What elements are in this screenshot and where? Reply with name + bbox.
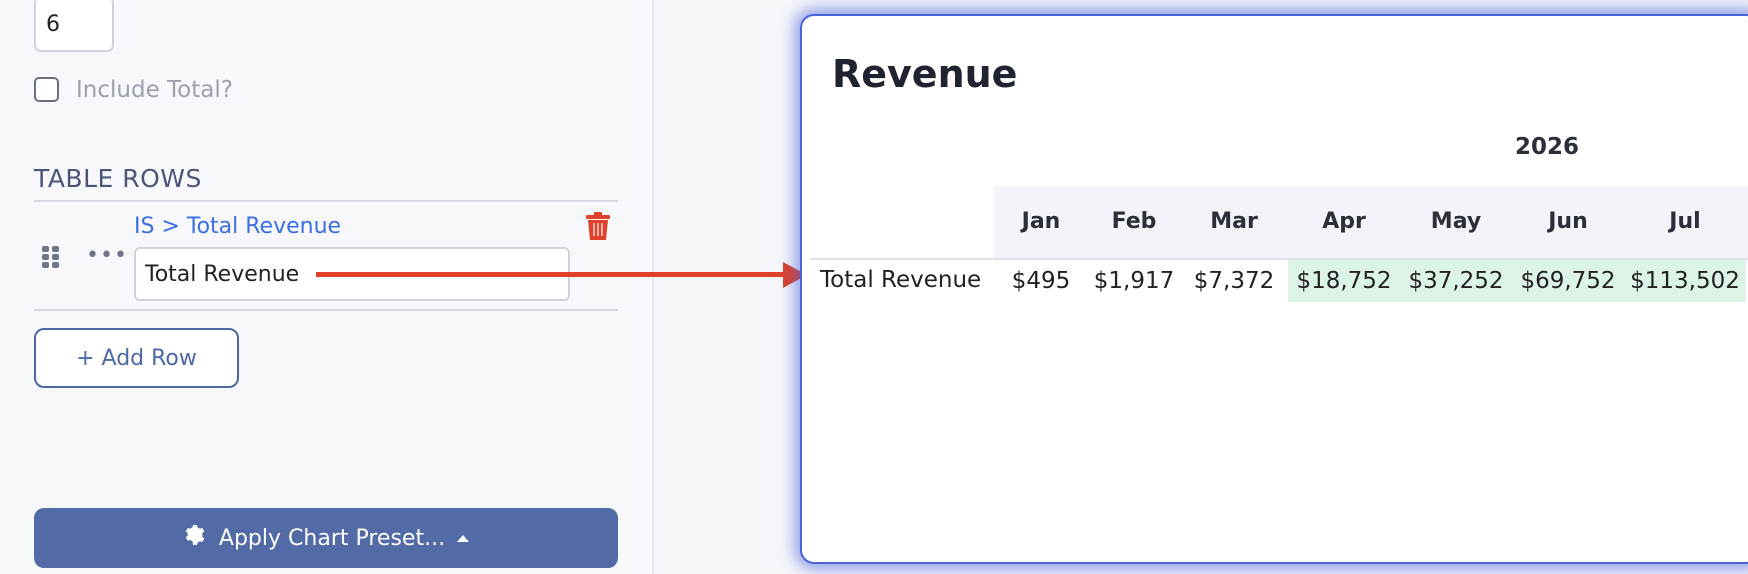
month-header: Mar [1210, 209, 1258, 234]
annotation-arrow [316, 272, 790, 277]
caret-up-icon [457, 534, 470, 542]
drag-handle-icon[interactable] [42, 246, 60, 268]
apply-chart-preset-button[interactable]: Apply Chart Preset... [34, 508, 618, 568]
chart-settings-panel: Include Total? TABLE ROWS ••• IS > Total… [0, 0, 654, 574]
add-row-button[interactable]: + Add Row [34, 328, 239, 388]
divider [34, 309, 618, 311]
apply-chart-preset-label: Apply Chart Preset... [218, 525, 446, 551]
preview-title: Revenue [832, 52, 1018, 96]
month-header: Feb [1111, 209, 1157, 234]
include-total-checkbox[interactable] [34, 77, 59, 102]
month-header: Jun [1548, 209, 1588, 234]
year-header: 2026 [1514, 134, 1579, 160]
table-rows-title: TABLE ROWS [34, 164, 202, 193]
month-header: Apr [1322, 209, 1366, 234]
table-row-label: Total Revenue [820, 267, 982, 293]
table-preview-card: Revenue 2026 Jan Feb Mar Apr May Jun Jul… [800, 14, 1748, 564]
table-cell: $69,752 [1512, 260, 1624, 302]
table-cell: $113,502 [1624, 260, 1746, 302]
page: Include Total? TABLE ROWS ••• IS > Total… [0, 0, 1748, 574]
add-row-label: + Add Row [76, 345, 197, 371]
gear-icon [183, 523, 207, 553]
table-cell: $495 [1011, 268, 1071, 294]
more-options-icon[interactable]: ••• [86, 245, 128, 267]
row-source-link[interactable]: IS > Total Revenue [134, 214, 341, 239]
month-header: May [1430, 209, 1482, 234]
month-header: Jan [1021, 209, 1061, 234]
trash-icon[interactable] [586, 212, 610, 240]
count-input[interactable] [34, 0, 114, 52]
table-cell: $37,252 [1400, 260, 1512, 302]
include-total-label: Include Total? [76, 77, 233, 103]
table-cell: $18,752 [1288, 260, 1400, 302]
month-header: Jul [1669, 209, 1701, 234]
divider [34, 200, 618, 202]
table-cell: $1,917 [1093, 268, 1175, 294]
table-cell: $7,372 [1193, 268, 1275, 294]
